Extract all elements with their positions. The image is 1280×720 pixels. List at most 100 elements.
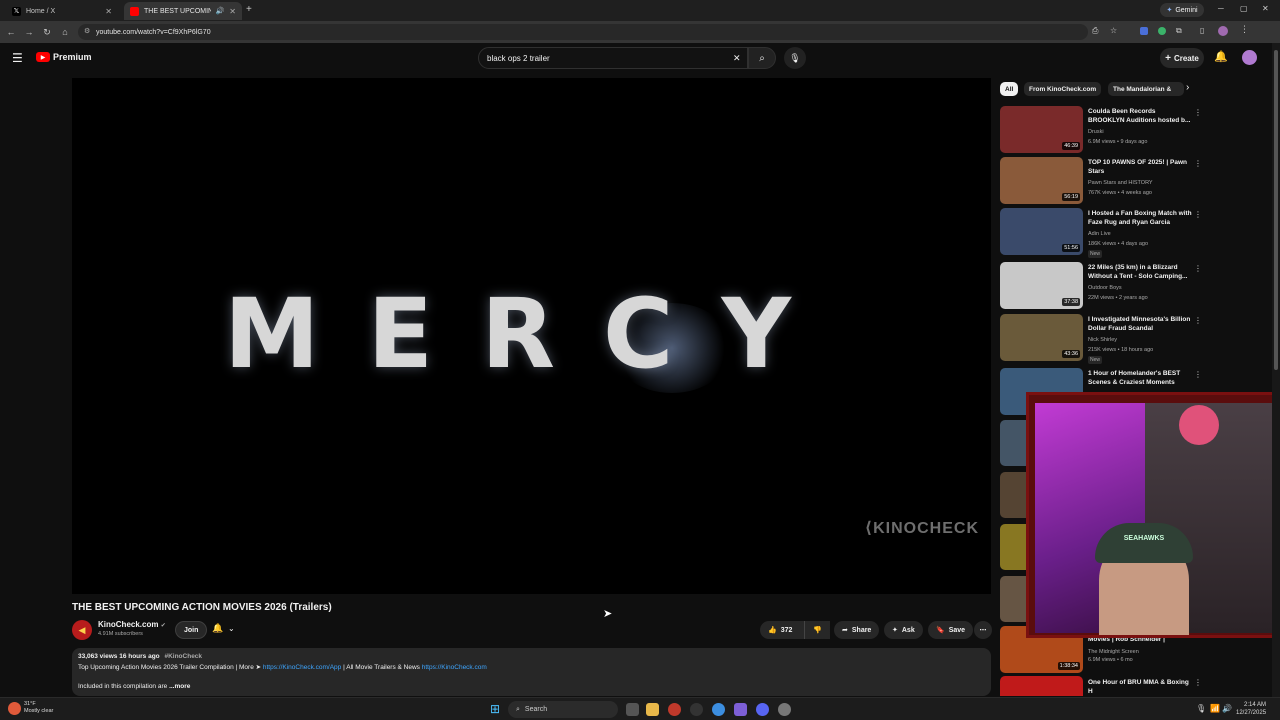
recommendation-title[interactable]: One Hour of BRU MMA & Boxing H [1088,678,1192,696]
chip-from-channel[interactable]: From KinoCheck.com [1024,82,1102,96]
video-thumbnail[interactable]: 37:38 [1000,262,1083,309]
new-tab-button[interactable]: + [246,4,252,15]
recommendation-title[interactable]: 1 Hour of Homelander's BEST Scenes & Cra… [1088,369,1192,387]
recommendation-title[interactable]: 22 Miles (35 km) in a Blizzard Without a… [1088,263,1192,281]
recommendation-item[interactable]: 51:56 I Hosted a Fan Boxing Match with F… [1000,208,1202,258]
audio-icon[interactable]: 🔊 [216,7,225,15]
video-thumbnail[interactable] [1000,576,1026,622]
microphone-icon[interactable]: 🎙 [1196,704,1206,713]
recommendation-channel[interactable]: The Midnight Screen [1088,648,1139,656]
recommendation-item[interactable]: 43:36 I Investigated Minnesota's Billion… [1000,314,1202,364]
settings-gear-icon[interactable] [778,703,791,716]
ask-button[interactable]: ✦ Ask [884,621,923,639]
browser-menu-icon[interactable]: ⋮ [1240,24,1249,35]
discord-icon[interactable] [756,703,769,716]
more-vert-icon[interactable]: ⋮ [1194,159,1202,168]
extension-icon[interactable] [1140,27,1148,35]
close-tab-icon[interactable]: ✕ [105,7,112,16]
save-button[interactable]: 🔖 Save [928,621,974,639]
recommendation-title[interactable]: TOP 10 PAWNS OF 2025! | Pawn Stars [1088,158,1192,176]
chevron-down-icon[interactable]: ⌄ [228,624,235,633]
volume-icon[interactable]: 🔊 [1222,704,1232,713]
close-tab-icon[interactable]: ✕ [229,7,236,16]
recommendation-channel[interactable]: Druski [1088,128,1104,136]
recommendation-item[interactable]: 37:38 22 Miles (35 km) in a Blizzard Wit… [1000,262,1202,310]
app-link[interactable]: https://KinoCheck.com/App [263,664,341,671]
back-button[interactable]: ← [4,25,18,39]
clear-search-icon[interactable]: ✕ [733,53,741,64]
extensions-puzzle-icon[interactable]: ⧉ [1176,26,1182,36]
youtube-logo[interactable]: ▶ Premium [36,52,92,62]
more-vert-icon[interactable]: ⋮ [1194,316,1202,325]
chip-all[interactable]: All [1000,82,1019,96]
video-thumbnail[interactable]: 46:39 [1000,106,1083,153]
show-more-link[interactable]: ...more [169,683,190,690]
dislike-button[interactable]: 👎 [804,621,830,639]
voice-search-button[interactable]: 🎙 [784,47,806,69]
video-player[interactable]: MERCY ⟨KINOCHECK [72,78,991,594]
share-button[interactable]: ➦ Share [834,621,880,639]
close-window-button[interactable]: ✕ [1262,4,1269,13]
video-thumbnail[interactable] [1000,472,1026,518]
side-panel-icon[interactable]: ▯ [1200,26,1204,35]
search-button[interactable]: ⌕ [748,47,776,69]
address-bar[interactable]: ⚙ youtube.com/watch?v=Cf9XhP6lG70 ⎙ ☆ [78,24,1117,40]
more-vert-icon[interactable]: ⋮ [1194,108,1202,117]
video-thumbnail[interactable] [1000,676,1083,696]
site-link[interactable]: https://KinoCheck.com [422,664,487,671]
wifi-icon[interactable]: 📶 [1210,704,1220,713]
video-thumbnail[interactable]: 43:36 [1000,314,1083,361]
reload-button[interactable]: ↻ [40,25,54,39]
taskbar-search-box[interactable]: ⌕ Search [508,701,618,718]
recommendation-title[interactable]: I Investigated Minnesota's Billion Dolla… [1088,315,1192,333]
more-vert-icon[interactable]: ⋮ [1194,370,1202,379]
subscribe-notification-bell-icon[interactable]: 🔔 [212,623,223,634]
scrollbar-thumb[interactable] [1274,50,1278,370]
recommendation-channel[interactable]: Outdoor Boys [1088,284,1122,292]
video-thumbnail[interactable] [1000,420,1026,466]
video-thumbnail[interactable] [1000,524,1026,570]
chevron-right-icon[interactable]: › [1186,82,1189,93]
weather-icon[interactable] [8,702,21,715]
hamburger-menu-icon[interactable]: ☰ [12,51,23,65]
minimize-window-button[interactable]: ─ [1218,4,1224,13]
recommendation-channel[interactable]: Pawn Stars and HISTORY [1088,179,1153,187]
join-button[interactable]: Join [175,621,208,639]
app-icon[interactable] [668,703,681,716]
profile-avatar[interactable] [1218,26,1228,36]
channel-avatar[interactable]: ◀ [72,620,92,640]
recommendation-channel[interactable]: Adin Live [1088,230,1111,238]
weather-widget[interactable]: 31°F Mostly clear [24,701,53,715]
more-actions-button[interactable]: ⋯ [974,621,992,639]
account-avatar[interactable] [1242,50,1257,65]
chrome-icon[interactable] [712,703,725,716]
app-grid-icon[interactable] [734,703,747,716]
recommendation-item[interactable]: 46:39 Coulda Been Records BROOKLYN Audit… [1000,106,1202,154]
description-box[interactable]: 33,063 views 16 hours ago #KinoCheck Top… [72,648,991,696]
notifications-bell-icon[interactable]: 🔔 [1214,50,1228,63]
tab-youtube-video[interactable]: THE BEST UPCOMING ACTI 🔊 ✕ [124,2,242,20]
windows-start-icon[interactable]: ⊞ [490,702,500,716]
extension-icon[interactable] [1158,27,1166,35]
taskbar-clock[interactable]: 2:14 AM 12/27/2025 [1236,701,1266,717]
home-button[interactable]: ⌂ [58,25,72,39]
app-icon[interactable] [690,703,703,716]
tab-x-home[interactable]: 𝕏 Home / X ✕ [6,2,118,20]
bookmark-star-icon[interactable]: ☆ [1110,26,1117,35]
recommendation-channel[interactable]: Nick Shirley [1088,336,1117,344]
chip-mandalorian[interactable]: The Mandalorian & [1108,82,1184,96]
recommendation-title[interactable]: I Hosted a Fan Boxing Match with Faze Ru… [1088,209,1192,227]
site-info-icon[interactable]: ⚙ [84,27,90,35]
video-thumbnail[interactable]: 51:56 [1000,208,1083,255]
maximize-window-button[interactable]: ▢ [1240,4,1248,13]
more-vert-icon[interactable]: ⋮ [1194,264,1202,273]
channel-name[interactable]: KinoCheck.com ✔ [98,620,166,629]
search-input[interactable]: black ops 2 trailer ✕ [478,47,748,69]
more-vert-icon[interactable]: ⋮ [1194,210,1202,219]
hashtag-link[interactable]: #KinoCheck [164,653,202,660]
install-app-icon[interactable]: ⎙ [1092,26,1098,36]
gemini-button[interactable]: ✦ Gemini [1160,3,1204,17]
recommendation-item[interactable]: One Hour of BRU MMA & Boxing H ⋮ [1000,676,1200,696]
recommendation-item[interactable]: 56:19 TOP 10 PAWNS OF 2025! | Pawn Stars… [1000,157,1202,205]
recommendation-title[interactable]: Coulda Been Records BROOKLYN Auditions h… [1088,107,1192,125]
